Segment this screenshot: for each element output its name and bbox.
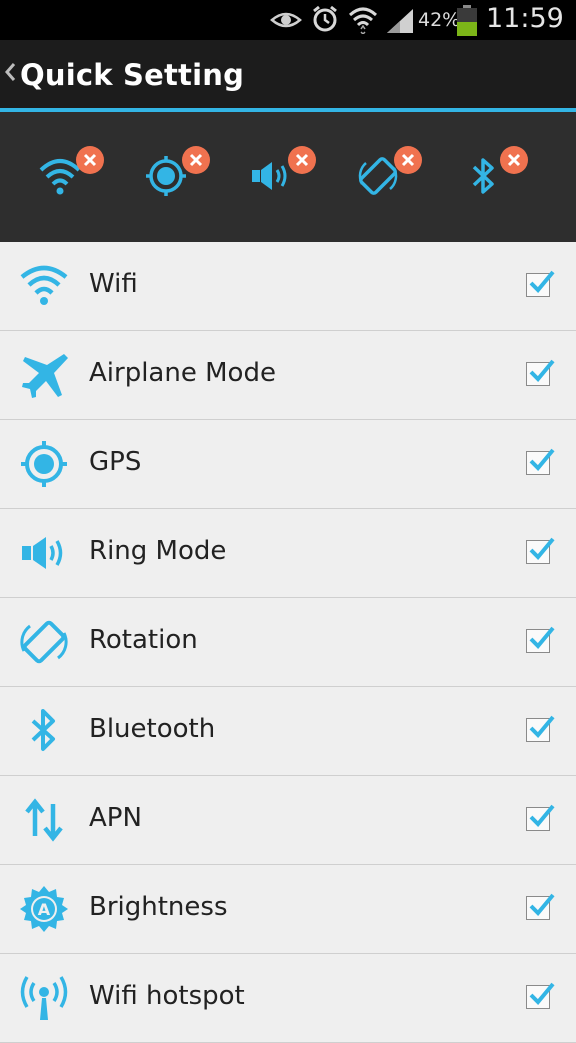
speaker-icon <box>22 537 63 569</box>
remove-tile-button[interactable] <box>288 146 316 174</box>
gps-icon <box>21 441 67 487</box>
battery-percent: 42% <box>418 9 461 31</box>
clock: 11:59 <box>486 3 564 34</box>
tile-rotation[interactable] <box>356 146 432 208</box>
data-arrows-icon <box>25 798 63 842</box>
checkbox[interactable] <box>526 537 555 564</box>
status-bar: 42% 11:59 <box>0 0 576 40</box>
tile-wifi[interactable] <box>38 146 114 208</box>
brightness-auto-icon: A <box>20 886 68 932</box>
list-item-bluetooth[interactable]: Bluetooth <box>0 687 576 776</box>
alarm-clock-icon <box>313 5 337 32</box>
svg-text:A: A <box>38 900 51 919</box>
close-icon <box>401 153 415 167</box>
checkbox[interactable] <box>526 270 555 297</box>
chevron-left-icon[interactable] <box>4 62 16 82</box>
remove-tile-button[interactable] <box>182 146 210 174</box>
list-item-ring-mode[interactable]: Ring Mode <box>0 509 576 598</box>
checkmark-icon <box>529 893 555 916</box>
remove-tile-button[interactable] <box>76 146 104 174</box>
action-bar: Quick Setting <box>0 40 576 108</box>
close-icon <box>295 153 309 167</box>
list-item-airplane-mode[interactable]: Airplane Mode <box>0 331 576 420</box>
eye-icon <box>270 12 302 28</box>
airplane-icon <box>22 354 68 398</box>
tile-bluetooth[interactable] <box>462 146 538 208</box>
checkbox[interactable] <box>526 359 555 386</box>
remove-tile-button[interactable] <box>394 146 422 174</box>
close-icon <box>189 153 203 167</box>
list-item-label: Wifi <box>89 269 138 299</box>
list-item-label: Rotation <box>89 625 198 655</box>
checkmark-icon <box>529 448 555 471</box>
checkmark-icon <box>529 270 555 293</box>
checkmark-icon <box>529 626 555 649</box>
list-item-label: Ring Mode <box>89 536 227 566</box>
wifi-icon <box>348 7 378 34</box>
list-item-wifi[interactable]: Wifi <box>0 242 576 331</box>
checkbox[interactable] <box>526 715 555 742</box>
list-item-gps[interactable]: GPS <box>0 420 576 509</box>
quick-tiles-panel <box>0 112 576 242</box>
checkmark-icon <box>529 359 555 382</box>
list-item-label: Bluetooth <box>89 714 216 744</box>
checkbox[interactable] <box>526 982 555 1009</box>
list-item-label: APN <box>89 803 142 833</box>
checkbox[interactable] <box>526 448 555 475</box>
tile-gps[interactable] <box>144 146 220 208</box>
list-item-label: GPS <box>89 447 142 477</box>
list-item-label: Airplane Mode <box>89 358 276 388</box>
rotation-icon <box>20 620 68 664</box>
checkmark-icon <box>529 804 555 827</box>
signal-icon <box>387 9 413 33</box>
list-item-rotation[interactable]: Rotation <box>0 598 576 687</box>
settings-list: Wifi Airplane Mode GPS Ring Mode Rotatio… <box>0 242 576 1043</box>
list-item-label: Wifi hotspot <box>89 981 245 1011</box>
checkbox[interactable] <box>526 626 555 653</box>
list-item-label: Brightness <box>89 892 228 922</box>
remove-tile-button[interactable] <box>500 146 528 174</box>
close-icon <box>507 153 521 167</box>
hotspot-icon <box>20 976 68 1020</box>
bluetooth-icon <box>31 709 55 751</box>
close-icon <box>83 153 97 167</box>
list-item-wifi-hotspot[interactable]: Wifi hotspot <box>0 954 576 1043</box>
checkmark-icon <box>529 715 555 738</box>
wifi-icon <box>20 265 68 305</box>
page-title[interactable]: Quick Setting <box>20 58 244 92</box>
list-item-apn[interactable]: APN <box>0 776 576 865</box>
checkbox[interactable] <box>526 804 555 831</box>
checkmark-icon <box>529 537 555 560</box>
checkmark-icon <box>529 982 555 1005</box>
list-item-brightness[interactable]: A Brightness <box>0 865 576 954</box>
checkbox[interactable] <box>526 893 555 920</box>
battery-icon <box>457 5 477 36</box>
tile-ring-mode[interactable] <box>250 146 326 208</box>
